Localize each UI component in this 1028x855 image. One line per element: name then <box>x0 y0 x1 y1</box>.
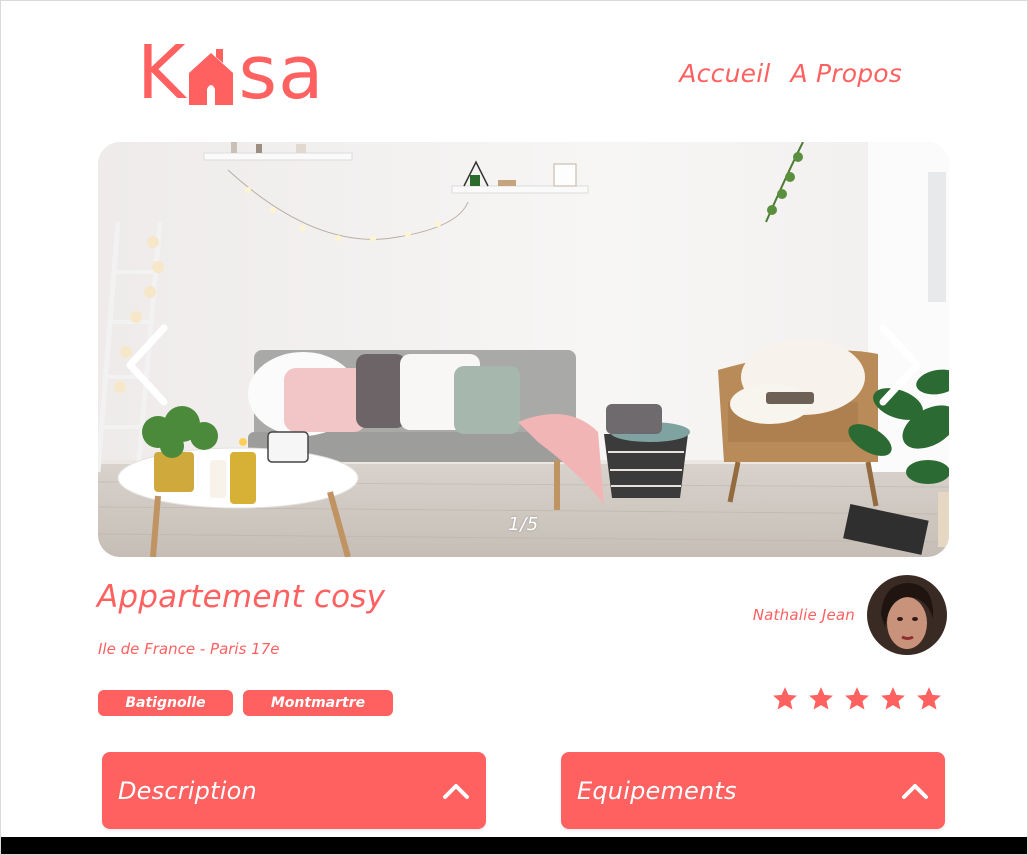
host-name: Nathalie Jean <box>752 606 855 624</box>
carousel-counter: 1/5 <box>508 514 539 535</box>
rating-stars <box>771 685 943 713</box>
host-card: Nathalie Jean <box>753 575 947 655</box>
photo-carousel: 1/5 <box>98 142 949 557</box>
listing-location: Ile de France - Paris 17e <box>98 640 280 658</box>
carousel-next-button[interactable] <box>875 322 925 408</box>
house-icon <box>188 49 233 105</box>
listing-title: Appartement cosy <box>97 579 386 615</box>
star-icon <box>845 687 869 710</box>
description-collapse-header[interactable]: Description <box>102 752 486 829</box>
page: K sa Accueil A Propos 1/5 Appartement co… <box>0 0 1028 855</box>
nav-link-a-propos[interactable]: A Propos <box>791 59 903 88</box>
equipements-collapse-header[interactable]: Equipements <box>561 752 945 829</box>
nav-link-accueil[interactable]: Accueil <box>679 59 770 88</box>
tag-batignolle: Batignolle <box>98 690 233 716</box>
star-icon <box>917 687 941 710</box>
chevron-up-icon[interactable] <box>901 782 929 800</box>
carousel-prev-button[interactable] <box>122 322 172 408</box>
chevron-up-icon[interactable] <box>442 782 470 800</box>
tag-list: Batignolle Montmartre <box>98 690 393 716</box>
kasa-logo[interactable]: K sa <box>137 30 325 116</box>
logo-letters-sa: sa <box>238 30 325 116</box>
description-label: Description <box>118 776 257 805</box>
star-icon <box>881 687 905 710</box>
logo-letter-k: K <box>137 30 187 116</box>
equipements-label: Equipements <box>577 776 737 805</box>
tag-montmartre: Montmartre <box>243 690 393 716</box>
star-icon <box>773 687 797 710</box>
apartment-photo <box>98 142 949 557</box>
host-avatar <box>867 575 947 655</box>
star-icon <box>809 687 833 710</box>
bottom-bar <box>1 837 1027 854</box>
main-nav: Accueil A Propos <box>679 59 902 88</box>
